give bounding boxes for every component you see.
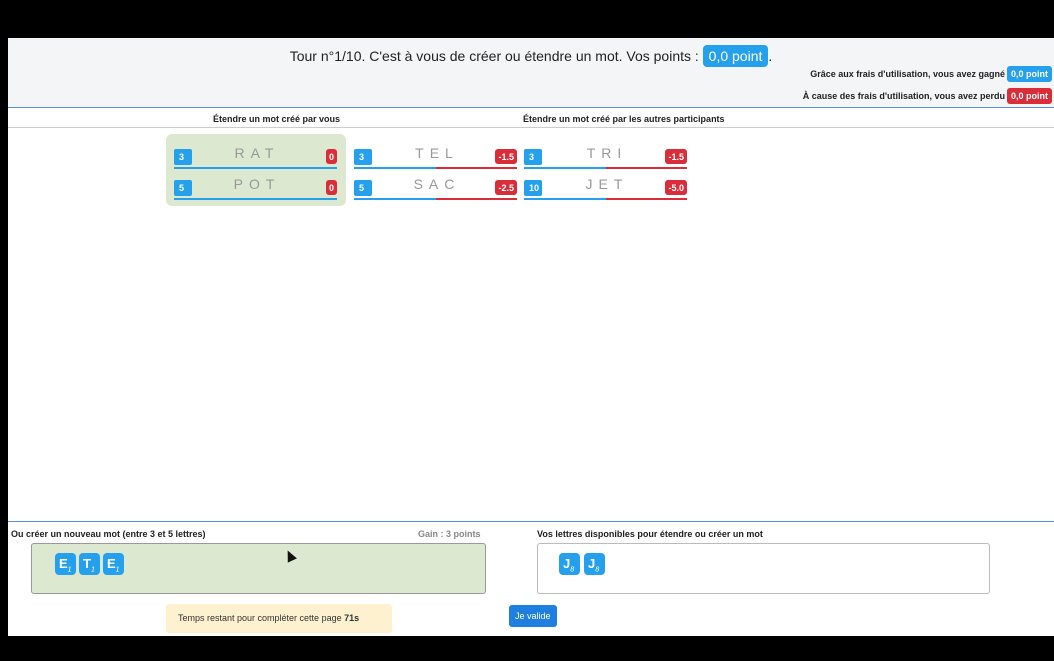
game-page: Tour n°1/10. C'est à vous de créer ou ét…	[8, 38, 1054, 636]
word-bar	[354, 198, 436, 200]
fee-loss-badge: 0,0 point	[1006, 88, 1052, 104]
letter-tile[interactable]: J8	[584, 553, 605, 575]
other-word-card[interactable]: 5 SAC -2.5	[354, 176, 517, 202]
tile-letter: T	[83, 556, 91, 571]
word-score-badge: -2.5	[495, 180, 517, 195]
word-score-badge: 0	[325, 149, 337, 164]
divider	[8, 521, 1054, 522]
word-bar	[354, 167, 436, 169]
other-word-card[interactable]: 10 JET -5.0	[524, 176, 687, 202]
word-bar	[524, 167, 606, 169]
word-bar	[174, 198, 337, 200]
word-letters: SAC	[413, 176, 461, 192]
word-bar-penalty	[436, 198, 517, 200]
word-score-badge: -1.5	[495, 149, 517, 164]
turn-status: Tour n°1/10. C'est à vous de créer ou ét…	[8, 45, 1054, 67]
word-bar	[524, 198, 606, 200]
new-word-label: Ou créer un nouveau mot (entre 3 et 5 le…	[11, 529, 206, 539]
header: Tour n°1/10. C'est à vous de créer ou ét…	[8, 38, 1054, 108]
validate-button[interactable]: Je valide	[509, 605, 557, 627]
tile-value: 1	[115, 566, 120, 574]
letter-tile[interactable]: E1	[103, 553, 124, 575]
other-words-heading: Étendre un mot créé par les autres parti…	[523, 114, 725, 124]
word-score-badge: -5.0	[665, 180, 687, 195]
tile-value: 1	[90, 566, 95, 574]
word-bar	[174, 167, 337, 169]
own-word-card[interactable]: 5 POT 0	[174, 176, 337, 202]
tile-value: 1	[67, 566, 72, 574]
fee-gain-line: Grâce aux frais d'utilisation, vous avez…	[810, 66, 1052, 82]
letter-tile[interactable]: T1	[79, 553, 100, 575]
own-word-card[interactable]: 3 RAT 0	[174, 145, 337, 171]
new-word-dropzone[interactable]: E1 T1 E1	[31, 543, 486, 594]
timer-value: 71s	[344, 613, 360, 623]
letter-tile[interactable]: J8	[559, 553, 580, 575]
tile-letter: E	[107, 556, 116, 571]
letter-tile[interactable]: E1	[55, 553, 76, 575]
turn-suffix: .	[768, 48, 773, 64]
word-count-badge: 10	[524, 180, 542, 196]
word-bar-penalty	[436, 167, 517, 169]
fee-loss-text: À cause des frais d'utilisation, vous av…	[802, 91, 1005, 101]
word-count-badge: 3	[354, 149, 372, 165]
gain-label: Gain : 3 points	[418, 529, 481, 539]
available-letters-label: Vos lettres disponibles pour étendre ou …	[537, 529, 763, 539]
divider	[8, 127, 1054, 128]
word-letters: POT	[233, 176, 281, 192]
points-badge: 0,0 point	[702, 45, 769, 67]
word-bar-penalty	[606, 167, 687, 169]
word-count-badge: 5	[354, 180, 372, 196]
word-letters: TRI	[586, 145, 628, 161]
timer-notice: Temps restant pour compléter cette page …	[166, 604, 392, 633]
word-letters: JET	[585, 176, 629, 192]
fee-loss-line: À cause des frais d'utilisation, vous av…	[803, 88, 1052, 104]
tile-value: 8	[570, 566, 575, 574]
other-word-card[interactable]: 3 TEL -1.5	[354, 145, 517, 171]
word-letters: TEL	[415, 145, 459, 161]
word-score-badge: 0	[325, 180, 337, 195]
word-bar-penalty	[606, 198, 687, 200]
other-word-card[interactable]: 3 TRI -1.5	[524, 145, 687, 171]
own-words-heading: Étendre un mot créé par vous	[213, 114, 341, 124]
word-letters: RAT	[234, 145, 280, 161]
tile-letter: E	[59, 556, 68, 571]
word-count-badge: 5	[174, 180, 192, 196]
tile-value: 8	[595, 566, 600, 574]
available-letters-box[interactable]: J8 J8	[537, 543, 990, 594]
timer-text: Temps restant pour compléter cette page	[178, 613, 342, 623]
fee-gain-text: Grâce aux frais d'utilisation, vous avez…	[810, 69, 1005, 79]
word-score-badge: -1.5	[665, 149, 687, 164]
word-count-badge: 3	[174, 149, 192, 165]
turn-text: Tour n°1/10. C'est à vous de créer ou ét…	[289, 48, 699, 64]
fee-gain-badge: 0,0 point	[1006, 66, 1052, 82]
word-count-badge: 3	[524, 149, 542, 165]
